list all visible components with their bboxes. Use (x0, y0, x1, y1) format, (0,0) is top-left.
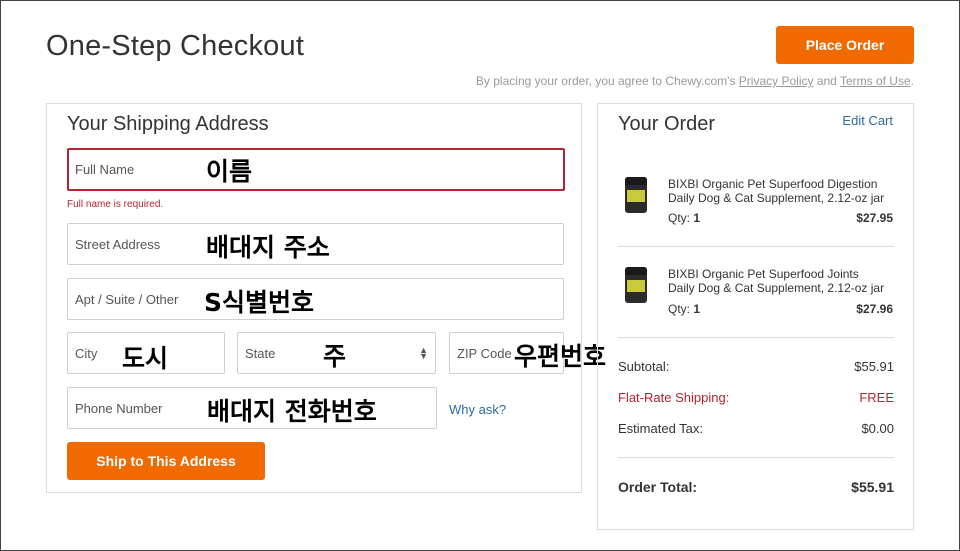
shipping-label: Flat-Rate Shipping: (618, 390, 730, 405)
product-qty: Qty: 1 (668, 302, 700, 316)
product-image-digestion[interactable] (625, 177, 647, 213)
page-title: One-Step Checkout (46, 30, 305, 62)
zip-code-overlay-annotation: 우편번호 (514, 342, 607, 371)
privacy-policy-link[interactable]: Privacy Policy (739, 74, 814, 88)
state-overlay-annotation: 주 (323, 342, 347, 371)
street-address-overlay-annotation: 배대지 주소 (206, 233, 330, 262)
order-total-label: Order Total: (618, 479, 698, 495)
city-placeholder: City (75, 345, 98, 361)
agreement-prefix: By placing your order, you agree to Chew… (475, 74, 739, 88)
order-card-title: Your Order (618, 113, 716, 135)
tax-row: Estimated Tax: $0.00 (618, 421, 894, 436)
select-arrows-icon: ▲ ▼ (419, 345, 428, 361)
full-name-error: Full name is required. (67, 199, 164, 210)
product-image-joints[interactable] (625, 267, 647, 303)
shipping-card-title: Your Shipping Address (67, 113, 269, 135)
place-order-button[interactable]: Place Order (776, 26, 914, 64)
terms-of-use-link[interactable]: Terms of Use (840, 74, 911, 88)
total-divider (618, 457, 894, 458)
qty-value: 1 (693, 211, 701, 225)
shipping-address-card: Your Shipping Address Full Name 이름 Full … (46, 103, 606, 493)
subtotal-row: Subtotal: $55.91 (618, 359, 894, 374)
agreement-text: By placing your order, you agree to Chew… (476, 74, 914, 88)
subtotal-label: Subtotal: (618, 359, 670, 374)
item-divider (618, 246, 894, 247)
agreement-suffix: . (910, 74, 914, 88)
apt-suite-placeholder: Apt / Suite / Other (75, 291, 179, 307)
full-name-placeholder: Full Name (75, 162, 135, 177)
zip-code-placeholder: ZIP Code (457, 345, 512, 361)
product-name[interactable]: BIXBI Organic Pet Superfood Digestion Da… (668, 177, 888, 205)
full-name-field[interactable]: Full Name (67, 148, 565, 191)
qty-label: Qty: (668, 302, 691, 316)
why-ask-link[interactable]: Why ask? (449, 402, 506, 417)
product-name[interactable]: BIXBI Organic Pet Superfood Joints Daily… (668, 267, 888, 295)
qty-label: Qty: (668, 211, 691, 225)
state-placeholder: State (245, 345, 276, 361)
shipping-value: FREE (859, 390, 894, 405)
order-total-row: Order Total: $55.91 (618, 479, 894, 495)
summary-divider (618, 337, 894, 338)
phone-number-placeholder: Phone Number (75, 400, 163, 416)
phone-number-overlay-annotation: 배대지 전화번호 (207, 397, 377, 426)
agreement-and: and (813, 74, 840, 88)
subtotal-value: $55.91 (854, 359, 894, 374)
product-qty: Qty: 1 (668, 211, 700, 225)
product-price: $27.96 (856, 302, 893, 316)
city-overlay-annotation: 도시 (122, 344, 169, 373)
tax-label: Estimated Tax: (618, 421, 704, 436)
qty-value: 1 (693, 302, 701, 316)
shipping-row: Flat-Rate Shipping: FREE (618, 390, 894, 405)
street-address-placeholder: Street Address (75, 236, 161, 252)
full-name-overlay-annotation: 이름 (206, 157, 253, 186)
tax-value: $0.00 (861, 421, 894, 436)
edit-cart-link[interactable]: Edit Cart (842, 113, 893, 128)
ship-to-this-address-button[interactable]: Ship to This Address (67, 442, 265, 480)
apt-suite-field[interactable]: Apt / Suite / Other (67, 278, 564, 320)
your-order-card: Your Order Edit Cart BIXBI Organic Pet S… (597, 103, 914, 530)
order-total-value: $55.91 (851, 479, 894, 495)
product-price: $27.95 (856, 211, 893, 225)
apt-suite-overlay-annotation: S식별번호 (204, 288, 315, 317)
